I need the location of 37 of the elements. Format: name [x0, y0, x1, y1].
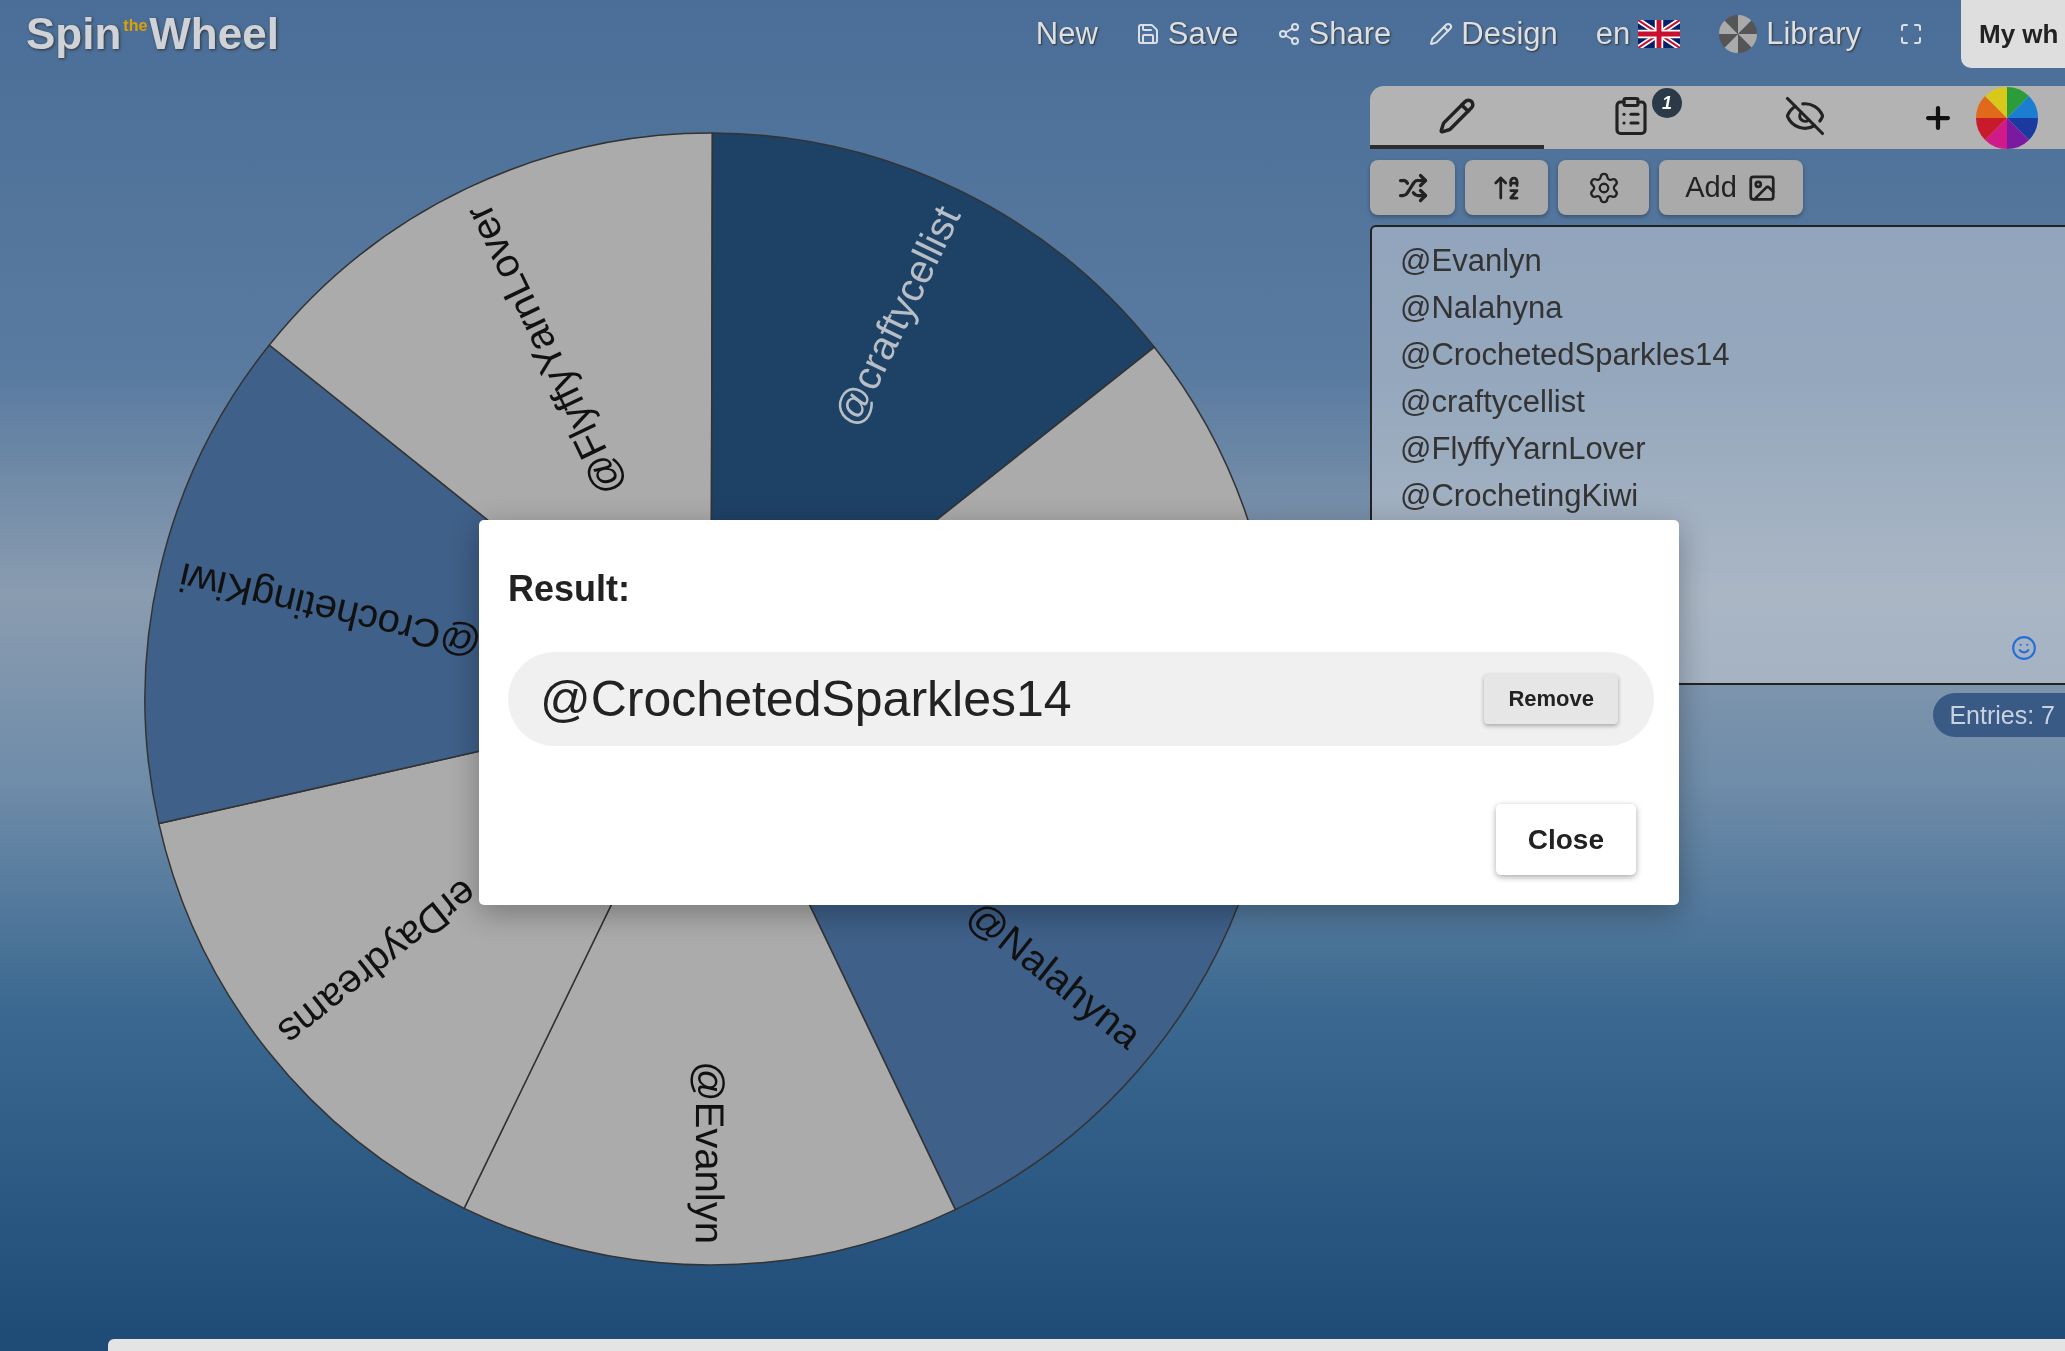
nav-link[interactable]: Share [1276, 16, 1392, 52]
entry-line: @Nalahyna [1400, 289, 1564, 327]
wheel-icon [1718, 14, 1759, 54]
flag-icon [1638, 20, 1681, 48]
nav-link[interactable]: Design [1429, 16, 1558, 52]
segment-label: @Evanlyn [687, 1061, 733, 1245]
entry-line: @Evanlyn [1400, 242, 1543, 280]
tool-button[interactable] [1370, 160, 1455, 215]
save-icon [1135, 22, 1160, 46]
dialog-title: Result: [508, 568, 631, 610]
tool-button[interactable] [1465, 160, 1548, 215]
image-icon [1746, 172, 1777, 203]
tool-button[interactable] [1558, 160, 1649, 215]
shuffle-icon [1397, 172, 1428, 203]
nav-link[interactable]: en [1595, 16, 1681, 52]
fullscreen-icon[interactable] [1899, 22, 1923, 46]
entry-line: @craftycellist [1400, 383, 1586, 421]
count-badge: 1 [1652, 88, 1682, 118]
wheel-tab[interactable]: My wh [1961, 0, 2065, 68]
tool-button[interactable]: Add [1659, 160, 1803, 215]
pencil-icon [1438, 96, 1476, 135]
entry-line: @CrochetedSparkles14 [1400, 336, 1731, 374]
nav-link[interactable]: New [1035, 16, 1098, 52]
color-wheel-icon[interactable] [1975, 85, 2039, 150]
close-button[interactable]: Close [1495, 804, 1636, 875]
scrollbar[interactable] [108, 1339, 2065, 1351]
entry-line: @CrochetingKiwi [1400, 477, 1640, 515]
share-icon [1276, 22, 1301, 46]
remove-button[interactable]: Remove [1484, 674, 1618, 724]
nav-link[interactable]: Save [1135, 16, 1239, 52]
entry-line: @FlyffyYarnLover [1400, 430, 1647, 468]
eye-off-icon [1784, 94, 1826, 137]
pencil-icon [1429, 22, 1454, 46]
panel-tab[interactable]: 1 [1544, 86, 1718, 149]
result-text: @CrochetedSparkles14 [540, 670, 1072, 728]
entries-count: Entries: 7 [1933, 693, 2065, 737]
nav-link[interactable]: Library [1718, 14, 1861, 54]
